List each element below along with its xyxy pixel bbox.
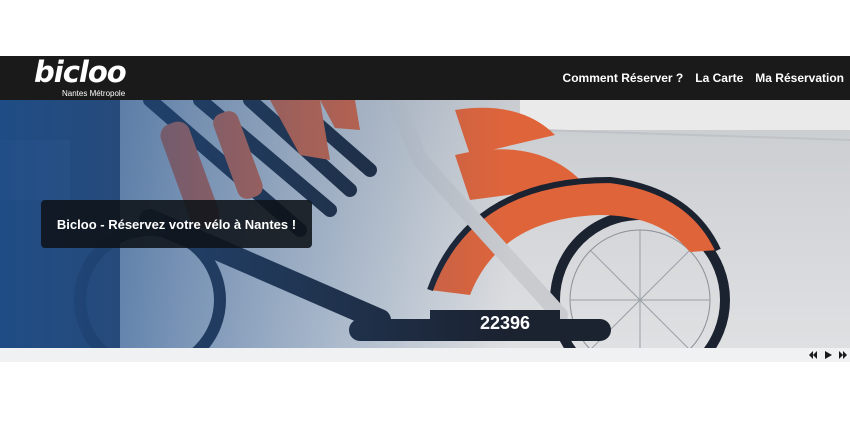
bicloo-logo[interactable]: bicloo Nantes Métropole bbox=[34, 55, 144, 99]
prev-icon[interactable] bbox=[808, 350, 818, 360]
main-nav: Comment Réserver ? La Carte Ma Réservati… bbox=[563, 56, 844, 100]
logo-wordmark: bicloo bbox=[34, 55, 127, 89]
hero-caption-text: Bicloo - Réservez votre vélo à Nantes ! bbox=[56, 216, 297, 232]
slideshow-controls bbox=[0, 348, 850, 362]
logo-subtitle: Nantes Métropole bbox=[62, 89, 126, 98]
nav-link-ma-reservation[interactable]: Ma Réservation bbox=[755, 71, 844, 85]
nav-link-comment-reserver[interactable]: Comment Réserver ? bbox=[563, 71, 684, 85]
next-icon[interactable] bbox=[838, 350, 848, 360]
play-icon[interactable] bbox=[823, 350, 833, 360]
header-navbar: bicloo Nantes Métropole Comment Réserver… bbox=[0, 55, 850, 100]
nav-link-la-carte[interactable]: La Carte bbox=[695, 71, 743, 85]
hero-caption: Bicloo - Réservez votre vélo à Nantes ! bbox=[41, 200, 312, 248]
